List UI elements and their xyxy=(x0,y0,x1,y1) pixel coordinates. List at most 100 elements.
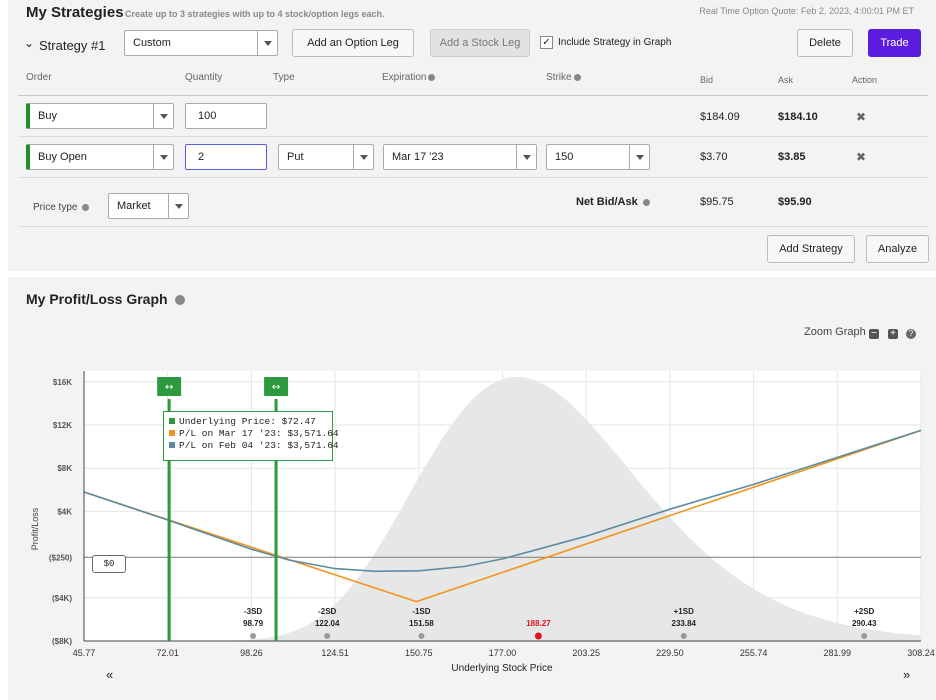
collapse-chevron-icon[interactable]: ⌄ xyxy=(24,36,34,50)
y-tick-label: ($4K) xyxy=(52,594,72,603)
leg2-type-value: Put xyxy=(287,151,304,163)
chevron-down-icon xyxy=(353,145,373,169)
pl-graph-panel: My Profit/Loss Graph Zoom Graph − + ? $1… xyxy=(8,277,936,700)
leg2-expiration-value: Mar 17 '23 xyxy=(392,151,444,163)
delete-button[interactable]: Delete xyxy=(797,29,853,57)
net-ask: $95.90 xyxy=(778,196,812,208)
info-icon[interactable] xyxy=(82,203,90,211)
price-type-value: Market xyxy=(117,200,151,212)
leg2-strike-select[interactable]: 150 xyxy=(546,144,650,170)
y-tick-label: ($250) xyxy=(49,553,72,562)
sd-marker-dot xyxy=(324,633,331,639)
column-action: Action xyxy=(852,75,878,85)
info-icon[interactable] xyxy=(573,73,581,81)
current-price-marker xyxy=(534,632,542,640)
include-strategy-checkbox[interactable]: ✓ xyxy=(540,36,553,49)
sd-marker-value: 151.58 xyxy=(409,619,434,628)
strategy-type-value: Custom xyxy=(133,37,171,49)
x-tick-label: 150.75 xyxy=(405,648,433,658)
sd-marker-label: +2SD xyxy=(854,607,874,616)
sd-marker-label: -3SD xyxy=(244,607,262,616)
header-divider xyxy=(18,95,928,96)
leg1-order-select[interactable]: Buy xyxy=(26,103,174,129)
tooltip-pl-exp: P/L on Mar 17 '23: $3,571.64 xyxy=(169,428,339,440)
strategies-panel: My Strategies Create up to 3 strategies … xyxy=(8,0,936,271)
price-tooltip: Underlying Price: $72.47 P/L on Mar 17 '… xyxy=(163,411,339,461)
leg1-remove-icon[interactable]: ✖ xyxy=(856,110,866,124)
trade-button[interactable]: Trade xyxy=(868,29,921,57)
x-tick-label: 203.25 xyxy=(572,648,600,658)
sd-marker-dot xyxy=(250,633,257,639)
tooltip-pl-exp-text: P/L on Mar 17 '23: $3,571.64 xyxy=(179,428,339,439)
sd-marker-dot xyxy=(418,633,425,639)
net-bid: $95.75 xyxy=(700,196,734,208)
sd-marker-dot xyxy=(680,633,687,639)
x-tick-label: 72.01 xyxy=(156,648,179,658)
legend-swatch-today xyxy=(169,442,175,448)
leg2-ask: $3.85 xyxy=(778,151,806,163)
current-price-value: 188.27 xyxy=(526,619,551,628)
tooltip-pl-now: P/L on Feb 04 '23: $3,571.64 xyxy=(169,440,339,452)
scroll-right-icon[interactable]: » xyxy=(903,667,910,682)
net-bid-ask-text: Net Bid/Ask xyxy=(576,196,638,208)
y-tick-label: $8K xyxy=(57,464,72,473)
x-tick-label: 255.74 xyxy=(740,648,768,658)
strategy-label: Strategy #1 xyxy=(39,38,106,53)
leg2-type-select[interactable]: Put xyxy=(278,144,374,170)
tooltip-pl-now-text: P/L on Feb 04 '23: $3,571.64 xyxy=(179,440,339,451)
x-tick-label: 281.99 xyxy=(824,648,852,658)
chevron-down-icon xyxy=(629,145,649,169)
price-type-text: Price type xyxy=(33,202,78,213)
leg2-quantity-input[interactable]: 2 xyxy=(185,144,267,170)
column-expiration: Expiration xyxy=(382,72,436,83)
legend-swatch-underlying xyxy=(169,418,175,424)
leg2-expiration-select[interactable]: Mar 17 '23 xyxy=(383,144,537,170)
analyze-button[interactable]: Analyze xyxy=(866,235,929,263)
x-tick-label: 229.50 xyxy=(656,648,684,658)
sd-marker-value: 290.43 xyxy=(852,619,877,628)
leg2-strike-value: 150 xyxy=(555,151,574,163)
add-option-leg-button[interactable]: Add an Option Leg xyxy=(292,29,414,57)
leg2-remove-icon[interactable]: ✖ xyxy=(856,150,866,164)
sd-marker-value: 233.84 xyxy=(672,619,697,628)
price-type-select[interactable]: Market xyxy=(108,193,189,219)
price-type-label: Price type xyxy=(33,202,90,213)
include-strategy-label: Include Strategy in Graph xyxy=(558,37,672,48)
column-strike-label: Strike xyxy=(546,72,572,83)
leg2-bid: $3.70 xyxy=(700,151,728,163)
tooltip-underlying: Underlying Price: $72.47 xyxy=(169,416,327,428)
chevron-down-icon xyxy=(516,145,536,169)
y-axis-label: Profit/Loss xyxy=(30,507,40,550)
x-tick-label: 124.51 xyxy=(321,648,349,658)
zero-badge: $0 xyxy=(92,555,126,573)
column-strike: Strike xyxy=(546,72,581,83)
column-order: Order xyxy=(26,72,52,83)
leg2-order-select[interactable]: Buy Open xyxy=(26,144,174,170)
strategy-type-select[interactable]: Custom xyxy=(124,30,278,56)
sd-marker-value: 98.79 xyxy=(243,619,264,628)
y-tick-label: ($8K) xyxy=(52,637,72,646)
add-strategy-button[interactable]: Add Strategy xyxy=(767,235,855,263)
row-divider xyxy=(18,177,928,178)
quote-timestamp: Real Time Option Quote: Feb 2, 2023, 4:0… xyxy=(699,6,914,16)
info-icon[interactable] xyxy=(428,73,436,81)
drag-handle-icon: ↔ xyxy=(165,382,173,393)
add-stock-leg-button[interactable]: Add a Stock Leg xyxy=(430,29,530,57)
leg2-order-value: Buy Open xyxy=(38,151,87,163)
column-ask: Ask xyxy=(778,75,794,85)
x-tick-label: 45.77 xyxy=(73,648,96,658)
scroll-left-icon[interactable]: « xyxy=(106,667,113,682)
legend-swatch-expiration xyxy=(169,430,175,436)
row-divider xyxy=(18,226,928,227)
y-tick-label: $4K xyxy=(57,507,72,516)
x-tick-label: 308.24 xyxy=(907,648,935,658)
net-bid-ask-label: Net Bid/Ask xyxy=(576,196,650,208)
x-tick-label: 98.26 xyxy=(240,648,263,658)
pl-chart[interactable]: $16K $12K $8K $4K ($250) ($4K) ($8K)45.77 72.01… xyxy=(8,277,936,700)
y-tick-label: $16K xyxy=(53,378,72,387)
info-icon[interactable] xyxy=(642,198,650,206)
leg1-quantity-input[interactable]: 100 xyxy=(185,103,267,129)
sd-marker-label: -2SD xyxy=(318,607,336,616)
x-axis-label: Underlying Stock Price xyxy=(451,663,553,674)
chevron-down-icon xyxy=(257,31,277,55)
